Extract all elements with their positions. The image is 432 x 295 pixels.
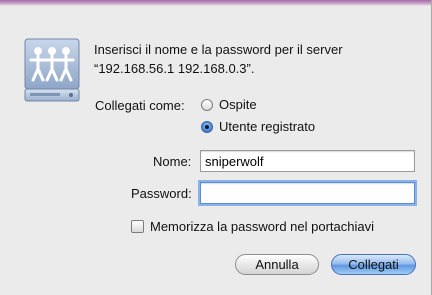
connect-as-label: Collegati come: <box>95 98 185 113</box>
radio-registered-user-label: Utente registrato <box>219 119 316 134</box>
remember-password-checkbox[interactable] <box>131 220 144 233</box>
radio-guest[interactable]: Ospite <box>201 97 257 112</box>
dialog-message: Inserisci il nome e la password per il s… <box>94 40 343 78</box>
name-field[interactable] <box>200 150 415 172</box>
radio-registered-user-button[interactable] <box>201 120 213 133</box>
password-field[interactable] <box>200 182 415 204</box>
message-line-1: Inserisci il nome e la password per il s… <box>94 42 343 57</box>
radio-registered-user[interactable]: Utente registrato <box>201 119 315 134</box>
shared-server-icon <box>24 38 80 102</box>
radio-guest-button[interactable] <box>201 98 213 111</box>
cancel-button[interactable]: Annulla <box>235 254 319 275</box>
connect-button[interactable]: Collegati <box>331 254 416 275</box>
remember-password-label: Memorizza la password nel portachiavi <box>150 219 374 234</box>
login-dialog: Inserisci il nome e la password per il s… <box>0 0 432 295</box>
message-line-2: “192.168.56.1 192.168.0.3”. <box>94 61 255 76</box>
remember-password-option[interactable]: Memorizza la password nel portachiavi <box>131 219 374 234</box>
name-label: Nome: <box>153 154 192 169</box>
radio-guest-label: Ospite <box>219 97 257 112</box>
password-label: Password: <box>131 186 192 201</box>
